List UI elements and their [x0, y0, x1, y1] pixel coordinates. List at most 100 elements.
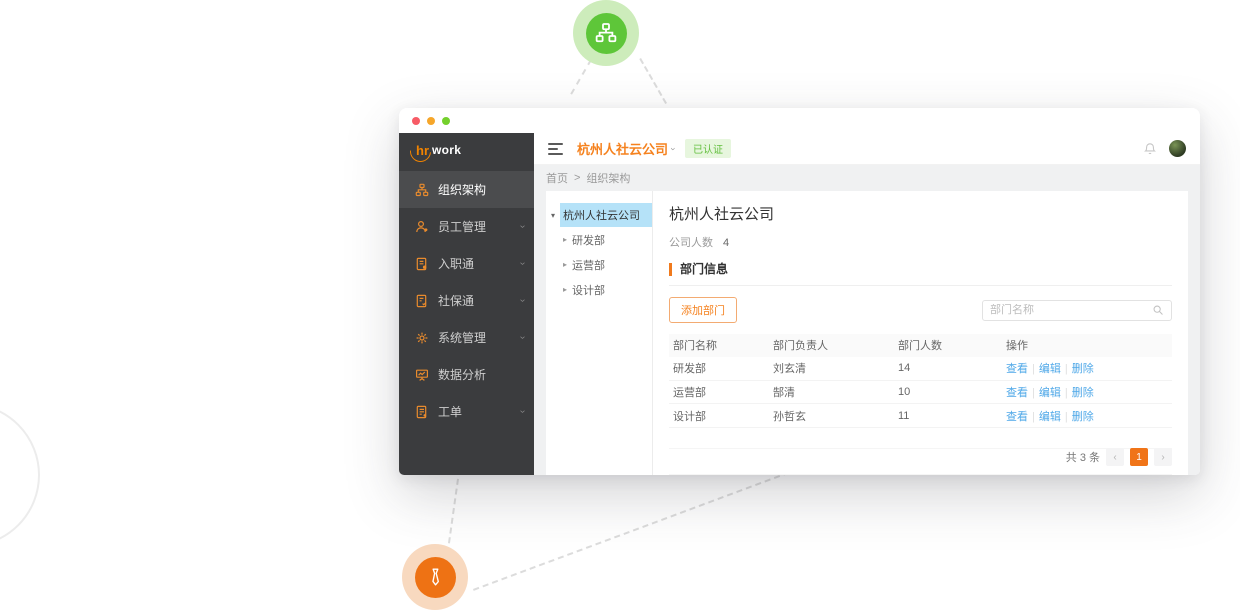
dashed-connector	[639, 58, 667, 104]
analytics-icon	[415, 368, 429, 382]
department-search	[982, 300, 1172, 321]
company-headcount: 公司人数 4	[669, 234, 1172, 250]
tree-node-label[interactable]: 设计部	[572, 282, 605, 298]
sidebar-item-label: 社保通	[438, 292, 474, 309]
pagination-page-1[interactable]: 1	[1130, 448, 1148, 466]
sidebar-item-label: 员工管理	[438, 218, 486, 235]
caret-right-icon[interactable]: ▸	[563, 235, 572, 244]
tree-node-company[interactable]: ▾ 杭州人社云公司	[546, 203, 652, 227]
app-window: hr work 组织架构	[399, 108, 1200, 475]
sidebar-item-social-security[interactable]: 社保通 ›	[399, 282, 534, 319]
pagination-prev-button[interactable]: ‹	[1106, 448, 1124, 466]
tree-node-label[interactable]: 运营部	[572, 257, 605, 273]
department-search-input[interactable]	[990, 304, 1152, 316]
action-separator: |	[1032, 387, 1035, 399]
pagination-total: 共 3 条	[1066, 449, 1100, 465]
menu-fold-icon[interactable]	[548, 143, 563, 155]
avatar[interactable]	[1169, 140, 1186, 157]
search-icon[interactable]	[1152, 304, 1164, 316]
table-row: 研发部 刘玄清 14 查看|编辑|删除	[669, 357, 1172, 381]
logo-hr-text: hr	[414, 143, 431, 158]
add-department-button[interactable]: 添加部门	[669, 297, 737, 323]
employee-icon	[415, 220, 429, 234]
tree-node-label[interactable]: 杭州人社云公司	[560, 203, 652, 227]
delete-link[interactable]: 删除	[1072, 363, 1094, 375]
org-structure-icon	[415, 183, 429, 197]
sidebar-item-label: 系统管理	[438, 329, 486, 346]
breadcrumb-current: 组织架构	[586, 170, 630, 186]
section-title-dept-info: 部门信息	[669, 263, 1172, 276]
col-header-dept-count: 部门人数	[898, 337, 1006, 353]
bell-icon[interactable]	[1143, 142, 1157, 156]
tree-node-dept[interactable]: ▸ 运营部	[546, 252, 652, 277]
necktie-icon	[415, 557, 456, 598]
table-row: 运营部 郜清 10 查看|编辑|删除	[669, 381, 1172, 405]
sidebar: hr work 组织架构	[399, 133, 534, 475]
cell-dept-manager: 郜清	[773, 384, 898, 400]
work-order-icon	[415, 405, 429, 419]
chevron-down-icon: ›	[517, 225, 528, 228]
pagination-next-button[interactable]: ›	[1154, 448, 1172, 466]
edit-link[interactable]: 编辑	[1039, 411, 1061, 423]
edit-link[interactable]: 编辑	[1039, 363, 1061, 375]
close-window-button[interactable]	[412, 117, 420, 125]
action-separator: |	[1065, 387, 1068, 399]
sidebar-item-label: 入职通	[438, 255, 474, 272]
sidebar-item-label: 组织架构	[438, 181, 486, 198]
col-header-actions: 操作	[1006, 337, 1172, 353]
dashed-connector	[473, 468, 799, 591]
view-link[interactable]: 查看	[1006, 363, 1028, 375]
view-link[interactable]: 查看	[1006, 411, 1028, 423]
dashed-connector	[570, 59, 592, 95]
tree-node-label[interactable]: 研发部	[572, 232, 605, 248]
chevron-down-icon: ›	[517, 336, 528, 339]
caret-right-icon[interactable]: ▸	[563, 285, 572, 294]
view-link[interactable]: 查看	[1006, 387, 1028, 399]
chevron-down-icon[interactable]: ›	[669, 147, 679, 150]
sidebar-item-work-order[interactable]: 工单 ›	[399, 393, 534, 430]
action-separator: |	[1032, 411, 1035, 423]
caret-down-icon[interactable]: ▾	[551, 211, 560, 220]
delete-link[interactable]: 删除	[1072, 411, 1094, 423]
logo-work-text: work	[432, 143, 461, 157]
delete-link[interactable]: 删除	[1072, 387, 1094, 399]
headcount-value: 4	[723, 237, 729, 249]
cell-dept-manager: 刘玄清	[773, 360, 898, 376]
decor-arc	[0, 403, 40, 547]
certified-badge: 已认证	[685, 139, 731, 158]
decor-orange-circle	[402, 544, 468, 610]
sidebar-item-system-mgmt[interactable]: 系统管理 ›	[399, 319, 534, 356]
chevron-down-icon: ›	[517, 410, 528, 413]
table-row: 设计部 孙哲玄 11 查看|编辑|删除	[669, 404, 1172, 428]
breadcrumb: 首页 > 组织架构	[546, 165, 1188, 191]
cell-dept-manager: 孙哲玄	[773, 408, 898, 424]
headcount-label: 公司人数	[669, 237, 713, 249]
sidebar-item-label: 数据分析	[438, 366, 486, 383]
onboarding-icon	[415, 257, 429, 271]
caret-right-icon[interactable]: ▸	[563, 260, 572, 269]
sitemap-icon	[586, 13, 627, 54]
app-header: 杭州人社云公司 › 已认证	[534, 133, 1200, 165]
chevron-down-icon: ›	[517, 299, 528, 302]
breadcrumb-home[interactable]: 首页	[546, 170, 568, 186]
sidebar-item-employee-mgmt[interactable]: 员工管理 ›	[399, 208, 534, 245]
company-selector[interactable]: 杭州人社云公司	[577, 139, 668, 158]
tree-node-dept[interactable]: ▸ 设计部	[546, 277, 652, 302]
cell-dept-name: 运营部	[673, 384, 773, 400]
divider	[669, 285, 1172, 286]
cell-dept-count: 14	[898, 362, 1006, 374]
sidebar-item-label: 工单	[438, 403, 462, 420]
divider	[669, 474, 1172, 475]
edit-link[interactable]: 编辑	[1039, 387, 1061, 399]
sidebar-item-org-structure[interactable]: 组织架构	[399, 171, 534, 208]
sidebar-item-onboarding[interactable]: 入职通 ›	[399, 245, 534, 282]
zoom-window-button[interactable]	[442, 117, 450, 125]
breadcrumb-separator: >	[574, 172, 580, 184]
main-panel: 杭州人社云公司 公司人数4 部门信息 添加部门	[653, 191, 1188, 475]
chevron-down-icon: ›	[517, 262, 528, 265]
tree-node-dept[interactable]: ▸ 研发部	[546, 227, 652, 252]
sidebar-item-data-analytics[interactable]: 数据分析	[399, 356, 534, 393]
minimize-window-button[interactable]	[427, 117, 435, 125]
decor-green-circle	[573, 0, 639, 66]
cell-actions: 查看 | 编辑 | 删除	[1006, 384, 1172, 400]
